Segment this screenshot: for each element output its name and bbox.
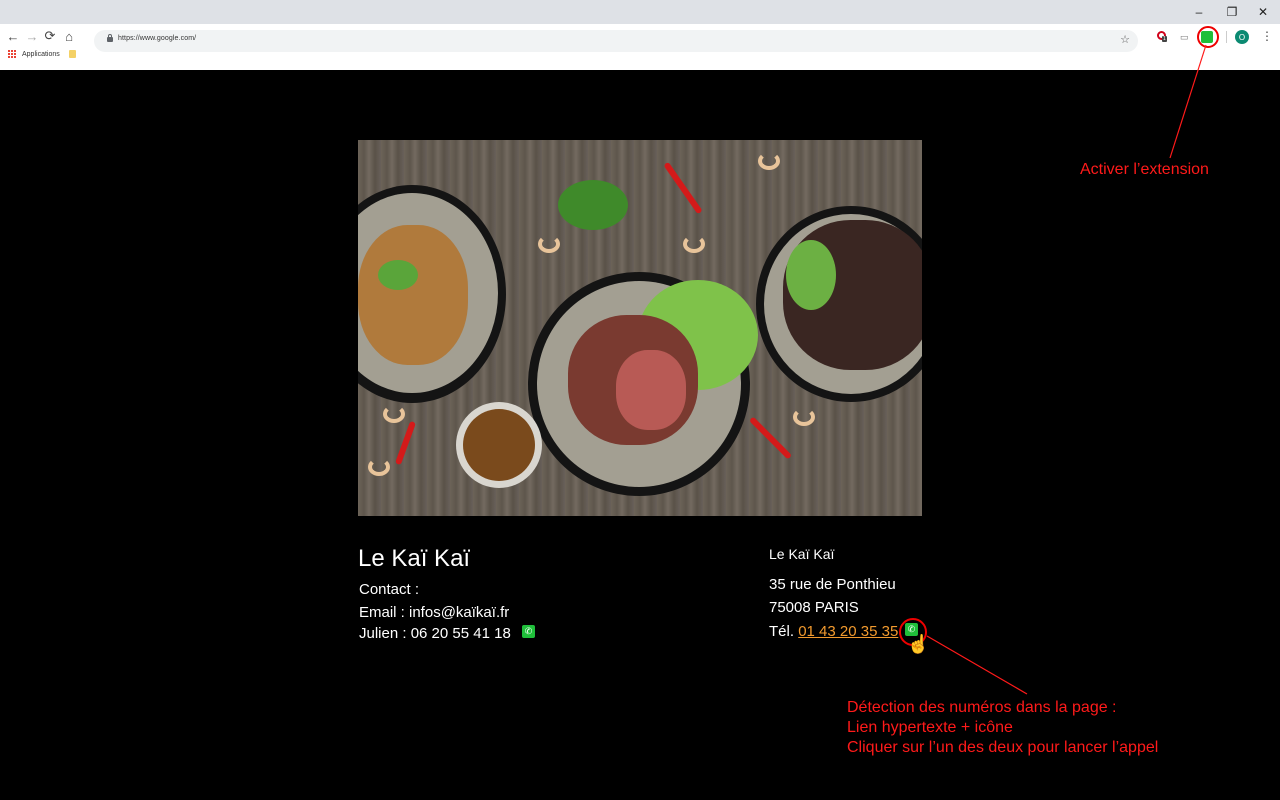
cast-icon[interactable]: ▭ xyxy=(1180,32,1189,43)
profile-avatar[interactable]: O xyxy=(1235,30,1249,44)
lock-icon xyxy=(107,34,113,42)
annotation-detection-3: Cliquer sur l’un des deux pour lancer l’… xyxy=(847,739,1159,756)
detection-pointer-line xyxy=(926,635,1028,695)
call-phone-icon[interactable]: ✆ xyxy=(522,625,535,638)
forward-button[interactable]: → xyxy=(24,28,40,44)
tel-label: Tél. xyxy=(769,623,795,640)
address-tel: Tél. 01 43 20 35 35 xyxy=(769,623,898,640)
back-button[interactable]: ← xyxy=(5,28,21,44)
extension-highlight-circle xyxy=(1197,26,1219,48)
address-city: 75008 PARIS xyxy=(769,599,859,616)
extension-badge: 1 xyxy=(1162,36,1167,42)
bookmarks-bar: Applications xyxy=(8,48,76,60)
annotation-extension: Activer l’extension xyxy=(1080,161,1209,178)
apps-bookmark[interactable]: Applications xyxy=(22,51,60,58)
annotation-detection-2: Lien hypertexte + icône xyxy=(847,719,1013,736)
browser-menu-icon[interactable]: ⋮ xyxy=(1261,29,1273,43)
bookmark-star-icon[interactable]: ☆ xyxy=(1120,33,1130,46)
close-button[interactable]: ✕ xyxy=(1246,0,1280,24)
food-photo xyxy=(358,140,922,516)
contact-heading: Contact : xyxy=(359,581,420,598)
hand-cursor-icon: ☝ xyxy=(907,634,930,654)
contact-email: Email : infos@kaïkaï.fr xyxy=(359,604,510,621)
opera-extension-icon[interactable]: 1 xyxy=(1157,31,1169,45)
window-titlebar: – ❐ ✕ xyxy=(0,0,1280,24)
annotation-detection-1: Détection des numéros dans la page : xyxy=(847,699,1117,716)
tel-link[interactable]: 01 43 20 35 35 xyxy=(798,623,898,640)
minimize-button[interactable]: – xyxy=(1182,0,1216,24)
restore-button[interactable]: ❐ xyxy=(1215,0,1249,24)
address-street: 35 rue de Ponthieu xyxy=(769,576,896,593)
address-name: Le Kaï Kaï xyxy=(769,546,835,562)
home-button[interactable]: ⌂ xyxy=(61,28,77,44)
restaurant-title: Le Kaï Kaï xyxy=(358,545,471,572)
contact-phone: Julien : 06 20 55 41 18 xyxy=(359,625,511,642)
reload-button[interactable]: ⟳ xyxy=(42,28,58,44)
url-text: https://www.google.com/ xyxy=(118,35,197,42)
apps-icon[interactable] xyxy=(8,49,17,59)
toolbar-separator xyxy=(1226,31,1227,43)
folder-icon[interactable] xyxy=(68,50,76,58)
browser-toolbar: ← → ⟳ ⌂ https://www.google.com/ ☆ Applic… xyxy=(0,24,1280,70)
address-bar[interactable]: https://www.google.com/ ☆ xyxy=(94,30,1138,52)
